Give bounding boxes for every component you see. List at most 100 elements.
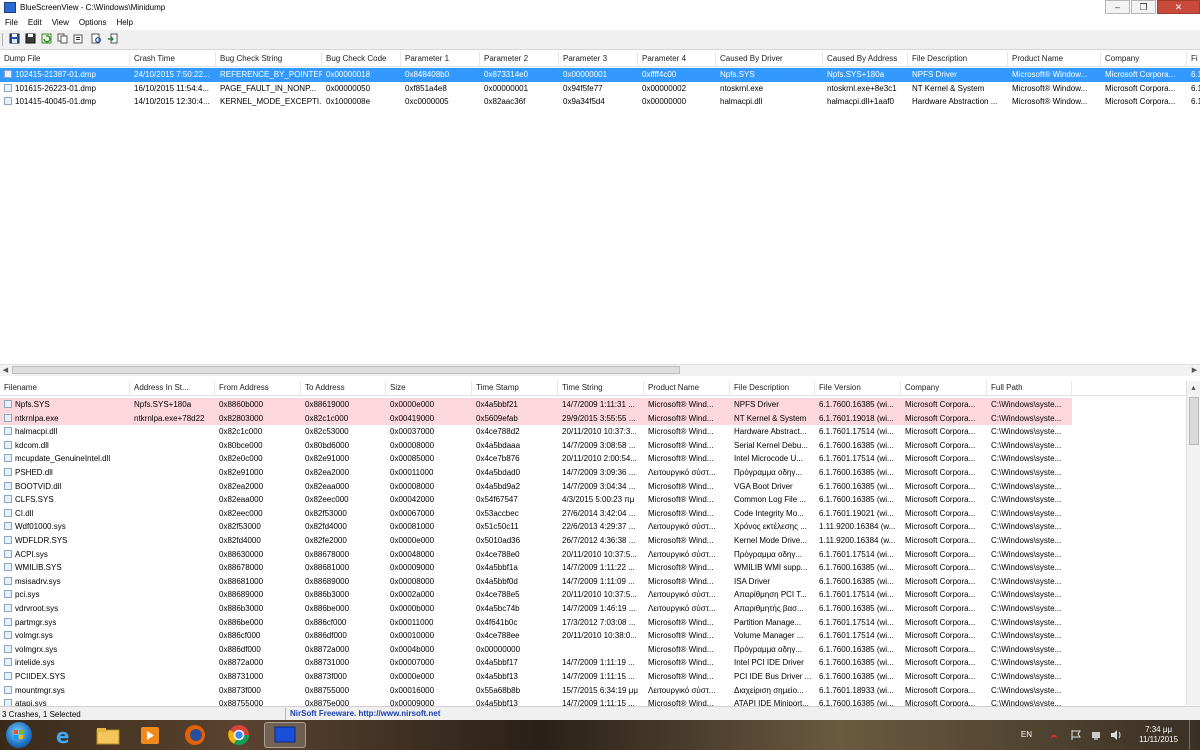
driver-column-header[interactable]: From Address <box>215 381 301 395</box>
driver-column-header[interactable]: Time String <box>558 381 644 395</box>
start-button[interactable] <box>6 722 32 748</box>
taskbar-bluescreenview[interactable] <box>264 722 306 748</box>
driver-column-header[interactable]: File Version <box>815 381 901 395</box>
crash-column-header[interactable]: Caused By Address <box>823 52 908 66</box>
driver-cell: Microsoft Corpora... <box>905 617 976 627</box>
crash-list-hscrollbar[interactable]: ◀ ▶ <box>0 364 1200 376</box>
driver-column-header[interactable]: Size <box>386 381 472 395</box>
taskbar-firefox[interactable] <box>176 722 214 748</box>
driver-column-header[interactable]: Product Name <box>644 381 730 395</box>
crash-cell: 0x1000008e <box>326 97 371 107</box>
driver-column-header[interactable]: Full Path <box>987 381 1072 395</box>
driver-row[interactable]: CI.dll 0x82eec000 0x82f53000 0x00067000 0x53… <box>0 507 1187 521</box>
crash-column-header[interactable]: Parameter 1 <box>401 52 480 66</box>
scroll-left-arrow[interactable]: ◀ <box>0 365 11 376</box>
adobe-icon[interactable] <box>1048 729 1060 741</box>
language-indicator[interactable]: EN <box>1021 730 1032 739</box>
minimize-button[interactable]: – <box>1105 0 1130 14</box>
scroll-right-arrow[interactable]: ▶ <box>1189 365 1200 376</box>
crash-column-header[interactable]: Product Name <box>1008 52 1101 66</box>
taskbar-internet-explorer[interactable]: e <box>44 722 82 748</box>
crash-column-header[interactable]: Crash Time <box>130 52 216 66</box>
clock[interactable]: 7:34 μμ 11/11/2015 <box>1139 725 1178 745</box>
scrollbar-thumb[interactable] <box>12 366 680 374</box>
driver-column-header[interactable]: Company <box>901 381 987 395</box>
exit-button[interactable] <box>107 33 118 44</box>
driver-row[interactable]: halmacpi.dll 0x82c1c000 0x82c53000 0x000370… <box>0 425 1187 439</box>
driver-column-header[interactable]: To Address <box>301 381 386 395</box>
driver-cell: Microsoft Corpora... <box>905 536 976 545</box>
crash-column-header[interactable]: Parameter 3 <box>559 52 638 66</box>
driver-column-header[interactable]: Address In St... <box>130 381 215 395</box>
driver-row[interactable]: volmgrx.sys 0x886df000 0x8872a000 0x0004b00… <box>0 643 1187 657</box>
crash-column-header[interactable]: Parameter 4 <box>638 52 716 66</box>
driver-row[interactable]: WDFLDR.SYS 0x82fd4000 0x82fe2000 0x0000e000… <box>0 534 1187 548</box>
maximize-button[interactable]: ❐ <box>1131 0 1156 14</box>
menu-edit[interactable]: Edit <box>23 16 47 27</box>
flag-icon[interactable] <box>1070 729 1082 741</box>
driver-row[interactable]: msisadrv.sys 0x88681000 0x88689000 0x000080… <box>0 575 1187 589</box>
crash-column-header[interactable]: Parameter 2 <box>480 52 559 66</box>
driver-row[interactable]: PSHED.dll 0x82e91000 0x82ea2000 0x00011000 0… <box>0 466 1187 480</box>
find-button[interactable] <box>91 33 102 44</box>
taskbar-file-explorer[interactable] <box>89 722 127 748</box>
show-desktop-button[interactable] <box>1189 720 1200 750</box>
driver-row[interactable]: kdcom.dll 0x80bce000 0x80bd6000 0x00008000 0… <box>0 439 1187 453</box>
driver-row[interactable]: CLFS.SYS 0x82eaa000 0x82eec000 0x00042000 0x… <box>0 493 1187 507</box>
crash-column-header[interactable]: Bug Check String <box>216 52 322 66</box>
driver-row[interactable]: PCIIDEX.SYS 0x88731000 0x8873f000 0x0000e00… <box>0 670 1187 684</box>
driver-row[interactable]: partmgr.sys 0x886be000 0x886cf000 0x0001100… <box>0 616 1187 630</box>
network-icon[interactable] <box>1090 729 1102 741</box>
driver-row[interactable]: ntkrnlpa.exe ntkrnlpa.exe+78d22 0x82803000… <box>0 411 1072 426</box>
nirsoft-link[interactable]: NirSoft Freeware. http://www.nirsoft.net <box>290 709 440 718</box>
scroll-up-arrow[interactable]: ▲ <box>1188 383 1199 394</box>
scrollbar-thumb[interactable] <box>1189 397 1199 445</box>
menu-options[interactable]: Options <box>74 16 112 27</box>
driver-column-header[interactable]: Time Stamp <box>472 381 558 395</box>
crash-column-header[interactable]: Company <box>1101 52 1187 66</box>
driver-row[interactable]: ACPI.sys 0x88630000 0x88678000 0x00048000 0x… <box>0 548 1187 562</box>
save-icon-button[interactable] <box>9 33 20 44</box>
crash-row[interactable]: 101615-26223-01.dmp 16/10/2015 11:54:4...… <box>0 82 1200 96</box>
driver-row[interactable]: vdrvroot.sys 0x886b3000 0x886be000 0x0000b0… <box>0 602 1187 616</box>
crash-row[interactable]: 102415-21387-01.dmp 24/10/2015 7:50:22...… <box>0 68 1200 82</box>
volume-icon[interactable] <box>1110 729 1122 741</box>
close-button[interactable]: ✕ <box>1157 0 1200 14</box>
driver-row[interactable]: pci.sys 0x88689000 0x886b3000 0x0002a000 0x4… <box>0 588 1187 602</box>
crash-column-header[interactable]: File Description <box>908 52 1008 66</box>
driver-row[interactable]: mcupdate_GenuineIntel.dll 0x82e0c000 0x82e… <box>0 452 1187 466</box>
crash-column-header[interactable]: Fi <box>1187 52 1200 66</box>
driver-row[interactable]: Wdf01000.sys 0x82f53000 0x82fd4000 0x000810… <box>0 520 1187 534</box>
dump-file-name: 102415-21387-01.dmp <box>15 70 96 79</box>
copy-button[interactable] <box>57 33 68 44</box>
crash-column-header[interactable]: Caused By Driver <box>716 52 823 66</box>
driver-list[interactable]: Filename Address In St... From Address To A… <box>0 381 1187 706</box>
properties-button[interactable] <box>73 33 84 44</box>
driver-row[interactable]: Npfs.SYS Npfs.SYS+180a 0x8860b000 0x8861900… <box>0 398 1072 412</box>
driver-list-vscrollbar[interactable]: ▲ <box>1186 381 1200 705</box>
crash-column-header[interactable]: Dump File <box>0 52 130 66</box>
taskbar-media-player[interactable] <box>131 722 169 748</box>
crash-column-header[interactable]: Bug Check Code <box>322 52 401 66</box>
driver-cell: Microsoft Corpora... <box>905 454 976 464</box>
driver-row[interactable]: atapi.sys 0x88755000 0x8875e000 0x00009000 0… <box>0 697 1187 706</box>
crash-row[interactable]: 101415-40045-01.dmp 14/10/2015 12:30:4...… <box>0 95 1200 109</box>
driver-column-header[interactable]: File Description <box>730 381 815 395</box>
menu-help[interactable]: Help <box>111 16 137 27</box>
driver-row[interactable]: BOOTVID.dll 0x82ea2000 0x82eaa000 0x0000800… <box>0 480 1187 494</box>
driver-column-header[interactable]: Filename <box>0 381 130 395</box>
menu-file[interactable]: File <box>0 16 23 27</box>
driver-row[interactable]: WMILIB.SYS 0x88678000 0x88681000 0x00009000… <box>0 561 1187 575</box>
driver-row[interactable]: mountmgr.sys 0x8873f000 0x88755000 0x000160… <box>0 684 1187 698</box>
save-selected-button[interactable] <box>25 33 36 44</box>
driver-cell: Χρόνος εκτέλεσης ... <box>734 522 807 532</box>
taskbar-chrome[interactable] <box>220 722 258 748</box>
driver-row[interactable]: volmgr.sys 0x886cf000 0x886df000 0x00010000… <box>0 629 1187 643</box>
driver-cell: 0x82c1c000 <box>305 413 349 423</box>
driver-cell: 0x8872a000 <box>305 644 350 654</box>
driver-cell: Microsoft® Wind... <box>648 631 714 641</box>
menu-view[interactable]: View <box>47 16 74 27</box>
crash-list[interactable]: Dump File Crash Time Bug Check String Bug C… <box>0 52 1200 364</box>
refresh-button[interactable] <box>41 33 52 44</box>
driver-row[interactable]: intelide.sys 0x8872a000 0x88731000 0x000070… <box>0 656 1187 670</box>
